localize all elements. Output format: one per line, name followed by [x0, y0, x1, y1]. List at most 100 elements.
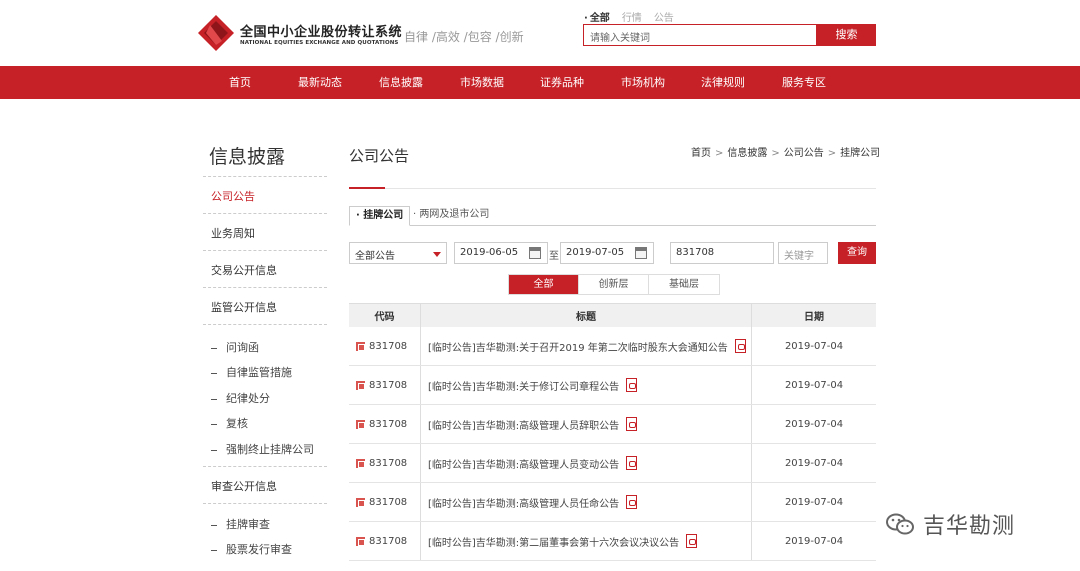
chevron-down-icon [433, 252, 441, 257]
sidebar-item-regulatory-info[interactable]: 监管公开信息 [211, 299, 277, 315]
sidebar-item-company-announcements[interactable]: 公司公告 [211, 188, 255, 204]
search-tab-quotes[interactable]: 行情 [622, 9, 642, 24]
nav-item-home[interactable]: 首页 [205, 66, 275, 99]
table-row[interactable]: 831708 [临时公告]吉华勘测:关于修订公司章程公告 2019-07-04 [349, 366, 876, 405]
row-code[interactable]: 831708 [369, 380, 407, 391]
search-scope-tabs: 全部 行情 公告 [584, 9, 674, 24]
tab-basic-layer[interactable]: 基础层 [649, 275, 719, 294]
nav-item-rules[interactable]: 法律规则 [688, 66, 758, 99]
stock-code-icon [356, 419, 365, 429]
column-header-date: 日期 [804, 312, 824, 323]
stock-code-icon [356, 458, 365, 468]
breadcrumb-disclosure[interactable]: 信息披露 [727, 148, 767, 159]
sidebar-subitem-issuance-review[interactable]: 股票发行审查 [211, 541, 292, 557]
pdf-icon[interactable] [734, 339, 746, 353]
pdf-icon[interactable] [626, 495, 638, 509]
row-title-link[interactable]: [临时公告]吉华勘测:高级管理人员任命公告 [428, 495, 619, 510]
table-row[interactable]: 831708 [临时公告]吉华勘测:关于召开2019 年第二次临时股东大会通知公… [349, 327, 876, 366]
end-date-value: 2019-07-05 [566, 247, 625, 258]
end-date-input[interactable]: 2019-07-05 [560, 242, 654, 264]
search-input[interactable]: 请输入关键词 [583, 24, 817, 46]
calendar-icon[interactable] [635, 247, 647, 259]
nav-item-institutions[interactable]: 市场机构 [608, 66, 678, 99]
sidebar-subitem-discipline[interactable]: 纪律处分 [211, 390, 270, 406]
slogan: 自律 /高效 /包容 /创新 [404, 30, 524, 44]
column-header-title: 标题 [421, 304, 752, 327]
stock-code-icon [356, 341, 365, 351]
divider [203, 503, 327, 504]
start-date-value: 2019-06-05 [460, 247, 519, 258]
row-title-link[interactable]: [临时公告]吉华勘测:关于召开2019 年第二次临时股东大会通知公告 [428, 339, 728, 354]
sidebar-subitem-review[interactable]: 复核 [211, 415, 248, 431]
logo-title[interactable]: 全国中小企业股份转让系统 [240, 21, 402, 40]
keyword-input[interactable]: 关键字 [778, 242, 828, 264]
sidebar-subitem-inquiry[interactable]: 问询函 [211, 339, 259, 355]
row-code[interactable]: 831708 [369, 458, 407, 469]
table-row[interactable]: 831708 [临时公告]吉华勘测:高级管理人员任命公告 2019-07-04 [349, 483, 876, 522]
divider [203, 287, 327, 288]
row-code[interactable]: 831708 [369, 341, 407, 352]
pdf-icon[interactable] [626, 417, 638, 431]
search-button[interactable]: 搜索 [817, 24, 876, 46]
stock-code-icon [356, 497, 365, 507]
watermark-text: 吉华勘测 [923, 514, 1016, 539]
pdf-icon[interactable] [626, 378, 638, 392]
stock-code-icon [356, 380, 365, 390]
date-range-separator: 至 [549, 251, 559, 262]
sidebar-item-review-info[interactable]: 审查公开信息 [211, 478, 277, 494]
row-date: 2019-07-04 [784, 379, 844, 391]
divider [349, 188, 876, 189]
pdf-icon[interactable] [686, 534, 698, 548]
search-tab-announcements[interactable]: 公告 [654, 9, 674, 24]
row-date: 2019-07-04 [784, 535, 844, 547]
tab-delisted-companies[interactable]: · 两网及退市公司 [407, 206, 495, 226]
sidebar-item-trading-info[interactable]: 交易公开信息 [211, 262, 277, 278]
start-date-input[interactable]: 2019-06-05 [454, 242, 548, 264]
main-nav: 首页 最新动态 信息披露 市场数据 证券品种 市场机构 法律规则 服务专区 [0, 66, 1080, 99]
sidebar-subitem-delisting[interactable]: 强制终止挂牌公司 [211, 441, 314, 457]
page-title: 公司公告 [349, 147, 410, 165]
announcement-type-select[interactable]: 全部公告 [349, 242, 447, 264]
calendar-icon[interactable] [529, 247, 541, 259]
sidebar-subitem-listing-review[interactable]: 挂牌审查 [211, 516, 270, 532]
tab-innovation-layer[interactable]: 创新层 [579, 275, 649, 294]
breadcrumb-home[interactable]: 首页 [691, 148, 711, 159]
nav-item-services[interactable]: 服务专区 [769, 66, 839, 99]
divider [203, 213, 327, 214]
row-code[interactable]: 831708 [369, 497, 407, 508]
market-layer-tabs: 全部 创新层 基础层 [508, 274, 720, 295]
stock-code-icon [356, 536, 365, 546]
neeq-logo-icon[interactable] [198, 15, 234, 51]
row-title-link[interactable]: [临时公告]吉华勘测:高级管理人员辞职公告 [428, 417, 619, 432]
pdf-icon[interactable] [626, 456, 638, 470]
nav-item-disclosure[interactable]: 信息披露 [366, 66, 436, 99]
row-date: 2019-07-04 [784, 418, 844, 430]
row-title-link[interactable]: [临时公告]吉华勘测:关于修订公司章程公告 [428, 378, 619, 393]
table-row[interactable]: 831708 [临时公告]吉华勘测:第二届董事会第十六次会议决议公告 2019-… [349, 522, 876, 561]
query-button[interactable]: 查询 [838, 242, 876, 264]
sidebar-title: 信息披露 [209, 146, 286, 168]
row-date: 2019-07-04 [784, 457, 844, 469]
row-date: 2019-07-04 [784, 496, 844, 508]
nav-item-news[interactable]: 最新动态 [285, 66, 355, 99]
row-code[interactable]: 831708 [369, 536, 407, 547]
nav-item-market-data[interactable]: 市场数据 [447, 66, 517, 99]
tab-all-layers[interactable]: 全部 [509, 275, 579, 294]
breadcrumb-announcements[interactable]: 公司公告 [784, 148, 824, 159]
search-tab-all[interactable]: 全部 [584, 9, 610, 24]
column-header-code: 代码 [349, 304, 421, 327]
code-input[interactable]: 831708 [670, 242, 774, 264]
logo-subtitle: NATIONAL EQUITIES EXCHANGE AND QUOTATION… [240, 40, 399, 46]
tab-listed-companies[interactable]: · 挂牌公司 [349, 206, 411, 226]
table-row[interactable]: 831708 [临时公告]吉华勘测:高级管理人员辞职公告 2019-07-04 [349, 405, 876, 444]
breadcrumb: 首页 > 信息披露 > 公司公告 > 挂牌公司 [691, 148, 881, 159]
wechat-watermark: 吉华勘测 [885, 508, 1015, 540]
sidebar-item-business-notice[interactable]: 业务周知 [211, 225, 255, 241]
breadcrumb-listed: 挂牌公司 [840, 148, 881, 159]
nav-item-securities[interactable]: 证券品种 [527, 66, 597, 99]
table-row[interactable]: 831708 [临时公告]吉华勘测:高级管理人员变动公告 2019-07-04 [349, 444, 876, 483]
sidebar-subitem-self-regulatory[interactable]: 自律监管措施 [211, 364, 292, 380]
row-title-link[interactable]: [临时公告]吉华勘测:高级管理人员变动公告 [428, 456, 619, 471]
row-title-link[interactable]: [临时公告]吉华勘测:第二届董事会第十六次会议决议公告 [428, 534, 679, 549]
row-code[interactable]: 831708 [369, 419, 407, 430]
